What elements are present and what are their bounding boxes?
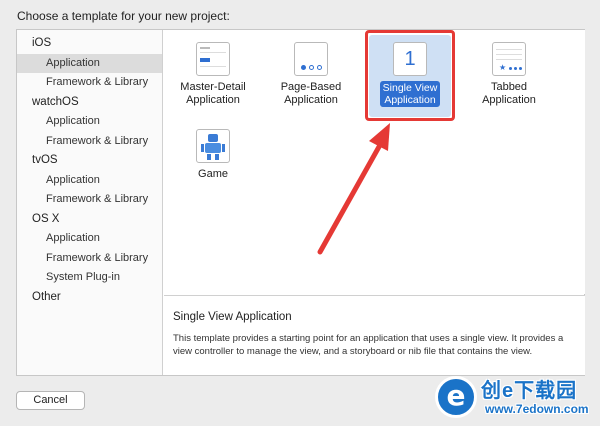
watermark: e 创e下载园 www.7edown.com — [435, 372, 595, 424]
cancel-button[interactable]: Cancel — [16, 391, 85, 410]
watermark-url: www.7edown.com — [485, 402, 589, 416]
watermark-brand: 创e下载园 — [481, 380, 578, 402]
annotation-arrow — [317, 123, 390, 255]
watermark-logo-icon: e — [435, 376, 477, 418]
